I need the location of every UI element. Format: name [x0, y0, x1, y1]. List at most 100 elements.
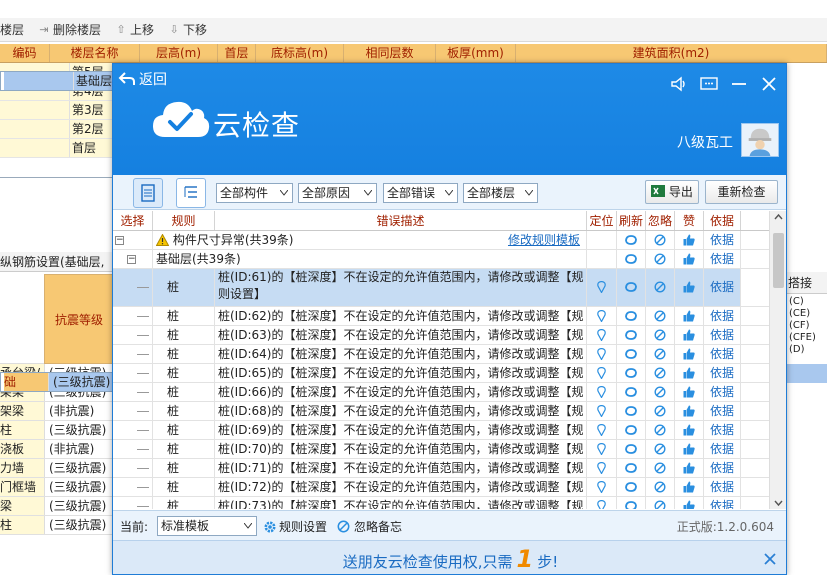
rule-settings-button[interactable]: 规则设置: [263, 518, 327, 535]
recheck-button[interactable]: 重新检查: [705, 180, 778, 204]
grade-row[interactable]: 架梁 (非抗震): [0, 402, 114, 421]
ignore-icon[interactable]: [654, 367, 666, 379]
close-icon[interactable]: [759, 74, 779, 94]
ignore-icon[interactable]: [654, 405, 666, 417]
basis-link[interactable]: 依据: [704, 269, 741, 306]
error-row[interactable]: 桩桩(ID:69)的【桩深度】不在设定的允许值范围内，请修改或调整【规 依据: [113, 421, 769, 440]
thumbs-up-icon[interactable]: [683, 500, 695, 509]
locate-pin-icon[interactable]: [597, 385, 606, 399]
thumbs-up-icon[interactable]: [683, 424, 695, 436]
error-row[interactable]: 桩桩(ID:64)的【桩深度】不在设定的允许值范围内，请修改或调整【规 依据: [113, 345, 769, 364]
ignore-icon[interactable]: [654, 234, 666, 246]
ignore-icon[interactable]: [654, 443, 666, 455]
export-button[interactable]: 导出: [645, 180, 699, 204]
ignore-icon[interactable]: [654, 424, 666, 436]
refresh-icon[interactable]: [624, 424, 638, 436]
ignore-icon[interactable]: [654, 310, 666, 322]
thumbs-up-icon[interactable]: [683, 253, 695, 265]
locate-pin-icon[interactable]: [597, 480, 606, 494]
group-row[interactable]: − 构件尺寸异常(共39条) 修改规则模板 依据: [113, 231, 769, 250]
grade-row[interactable]: 柱 (三级抗震): [0, 516, 114, 535]
basis-link[interactable]: 依据: [704, 478, 741, 496]
ignore-icon[interactable]: [654, 329, 666, 341]
move-up-button[interactable]: ⇧ 上移: [115, 21, 154, 38]
thumbs-up-icon[interactable]: [683, 310, 695, 322]
move-down-button[interactable]: ⇩ 下移: [168, 21, 207, 38]
table-scrollbar[interactable]: [769, 211, 786, 509]
locate-pin-icon[interactable]: [597, 347, 606, 361]
message-icon[interactable]: [699, 74, 719, 94]
error-row[interactable]: 桩桩(ID:66)的【桩深度】不在设定的允许值范围内，请修改或调整【规 依据: [113, 383, 769, 402]
error-row[interactable]: 桩桩(ID:68)的【桩深度】不在设定的允许值范围内，请修改或调整【规 依据: [113, 402, 769, 421]
grade-row[interactable]: 浇板 (非抗震): [0, 440, 114, 459]
ignore-icon[interactable]: [654, 481, 666, 493]
error-row[interactable]: 桩桩(ID:71)的【桩深度】不在设定的允许值范围内，请修改或调整【规 依据: [113, 459, 769, 478]
basis-link[interactable]: 依据: [704, 402, 741, 420]
error-row[interactable]: 桩桩(ID:73)的【桩深度】不在设定的允许值范围内，请修改或调整【规 依据: [113, 497, 769, 509]
locate-pin-icon[interactable]: [597, 423, 606, 437]
floor-row[interactable]: 首层: [0, 139, 120, 158]
error-row[interactable]: 桩桩(ID:63)的【桩深度】不在设定的允许值范围内，请修改或调整【规 依据: [113, 326, 769, 345]
thumbs-up-icon[interactable]: [683, 443, 695, 455]
locate-pin-icon[interactable]: [597, 309, 606, 323]
scrollbar-thumb[interactable]: [773, 233, 784, 288]
basis-link[interactable]: 依据: [704, 497, 741, 509]
basis-link[interactable]: 依据: [704, 383, 741, 401]
basis-link[interactable]: 依据: [704, 459, 741, 477]
locate-pin-icon[interactable]: [597, 442, 606, 456]
error-row-selected[interactable]: 桩 桩(ID:61)的【桩深度】不在设定的允许值范围内，请修改或调整【规 则设置】…: [113, 269, 769, 307]
refresh-icon[interactable]: [624, 405, 638, 417]
refresh-icon[interactable]: [624, 443, 638, 455]
collapse-toggle[interactable]: −: [115, 236, 124, 245]
locate-pin-icon[interactable]: [597, 328, 606, 342]
refresh-icon[interactable]: [624, 348, 638, 360]
grade-row[interactable]: 梁 (三级抗震): [0, 497, 114, 516]
ignore-icon[interactable]: [654, 281, 666, 293]
collapse-toggle[interactable]: −: [127, 255, 136, 264]
thumbs-up-icon[interactable]: [683, 405, 695, 417]
reason-filter-select[interactable]: 全部原因: [298, 183, 377, 203]
floor-filter-select[interactable]: 全部楼层: [463, 183, 538, 203]
refresh-icon[interactable]: [624, 500, 638, 509]
basis-link[interactable]: 依据: [704, 440, 741, 458]
error-row[interactable]: 桩桩(ID:62)的【桩深度】不在设定的允许值范围内，请修改或调整【规 依据: [113, 307, 769, 326]
avatar[interactable]: [741, 123, 779, 157]
subgroup-row[interactable]: − 基础层(共39条) 依据: [113, 250, 769, 269]
error-filter-select[interactable]: 全部错误: [383, 183, 458, 203]
refresh-icon[interactable]: [624, 462, 638, 474]
grade-row[interactable]: 力墙 (三级抗震): [0, 459, 114, 478]
list-view-button[interactable]: [133, 178, 163, 208]
locate-pin-icon[interactable]: [597, 461, 606, 475]
error-row[interactable]: 桩桩(ID:65)的【桩深度】不在设定的允许值范围内，请修改或调整【规 依据: [113, 364, 769, 383]
thumbs-up-icon[interactable]: [683, 234, 695, 246]
edit-template-link[interactable]: 修改规则模板: [508, 233, 580, 247]
grade-row[interactable]: 门框墙 (三级抗震): [0, 478, 114, 497]
template-select[interactable]: 标准模板: [157, 516, 257, 536]
locate-pin-icon[interactable]: [597, 404, 606, 418]
delete-floor-button[interactable]: ⇥ 删除楼层: [38, 21, 101, 38]
refresh-icon[interactable]: [624, 481, 638, 493]
ignore-icon[interactable]: [654, 348, 666, 360]
grade-row[interactable]: 础 (三级抗震): [0, 372, 119, 392]
refresh-icon[interactable]: [624, 281, 638, 293]
thumbs-up-icon[interactable]: [683, 348, 695, 360]
floor-row[interactable]: 第2层: [0, 120, 120, 139]
back-button[interactable]: 返回: [118, 69, 167, 89]
basis-link[interactable]: 依据: [704, 231, 741, 249]
thumbs-up-icon[interactable]: [683, 462, 695, 474]
locate-pin-icon[interactable]: [597, 366, 606, 380]
thumbs-up-icon[interactable]: [683, 329, 695, 341]
basis-link[interactable]: 依据: [704, 326, 741, 344]
ignore-notes-button[interactable]: 忽略备忘: [337, 518, 402, 535]
grade-row[interactable]: 柱 (三级抗震): [0, 421, 114, 440]
locate-pin-icon[interactable]: [597, 280, 606, 294]
ignore-icon[interactable]: [654, 500, 666, 509]
scroll-up-icon[interactable]: [770, 211, 787, 223]
refresh-icon[interactable]: [624, 367, 638, 379]
banner-close-icon[interactable]: [762, 551, 778, 567]
component-filter-select[interactable]: 全部构件: [216, 183, 293, 203]
thumbs-up-icon[interactable]: [683, 481, 695, 493]
floor-row-selected[interactable]: 基础层: [0, 71, 125, 91]
basis-link[interactable]: 依据: [704, 345, 741, 363]
thumbs-up-icon[interactable]: [683, 386, 695, 398]
